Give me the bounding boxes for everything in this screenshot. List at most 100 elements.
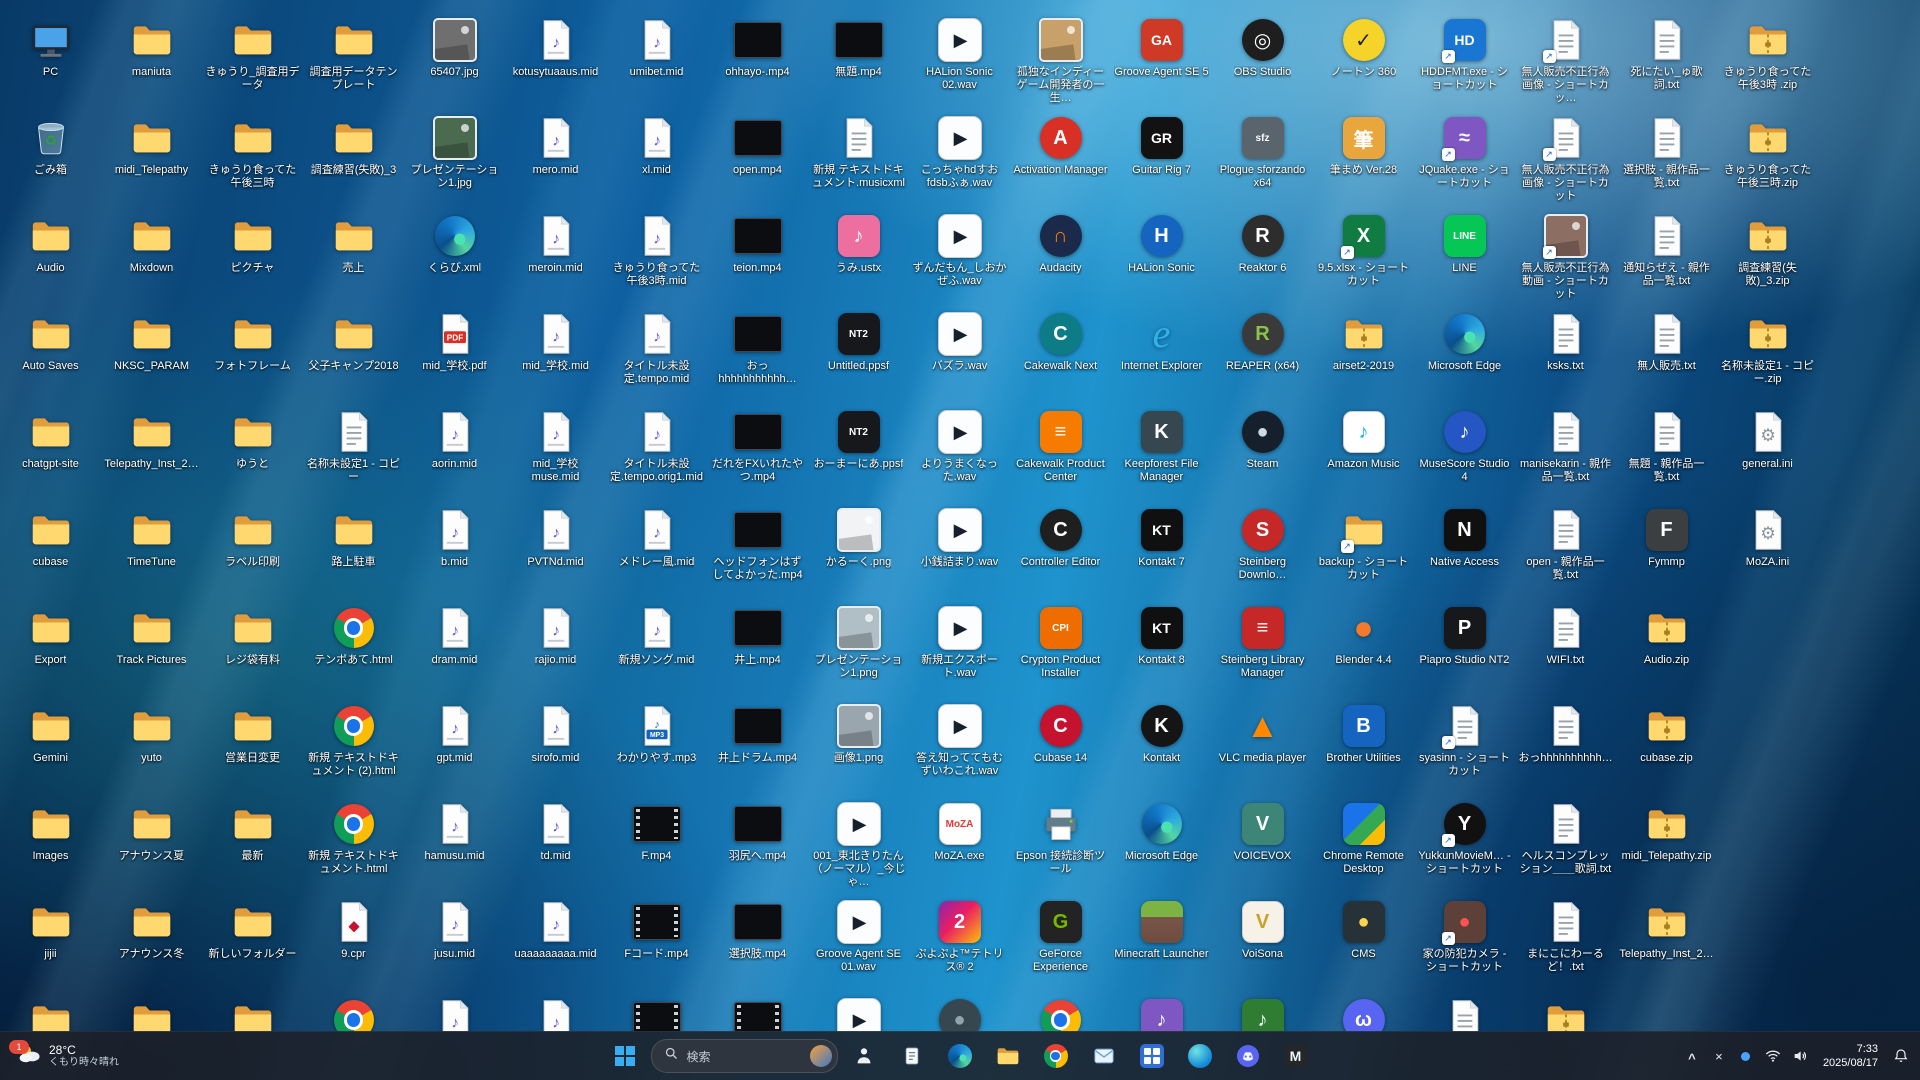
desktop-icon[interactable]: ▶こっちゃhdすおfdsbふぁ.wav	[909, 110, 1010, 208]
desktop-icon[interactable]: 無題.mp4	[808, 12, 909, 110]
desktop-icon[interactable]: cubase	[0, 502, 101, 600]
desktop-icon[interactable]: レジ袋有料	[202, 600, 303, 698]
desktop-icon[interactable]: Mixdown	[101, 208, 202, 306]
desktop-icon[interactable]: ♪meroin.mid	[505, 208, 606, 306]
desktop-icon[interactable]: ♪aorin.mid	[404, 404, 505, 502]
desktop-icon[interactable]: MoZAMoZA.exe	[909, 796, 1010, 894]
desktop-icon[interactable]: PC	[0, 12, 101, 110]
desktop-icon[interactable]: 営業日変更	[202, 698, 303, 796]
desktop-icon[interactable]: ohhayo-.mp4	[707, 12, 808, 110]
desktop-icon[interactable]: ♪umibet.mid	[606, 12, 707, 110]
network-button[interactable]	[1760, 1036, 1786, 1076]
desktop-icon[interactable]: 無人販売.txt	[1616, 306, 1717, 404]
desktop-icon[interactable]: Chrome Remote Desktop	[1313, 796, 1414, 894]
desktop-icon[interactable]: CController Editor	[1010, 502, 1111, 600]
desktop-icon[interactable]: 通知らぜえ - 親作品一覧.txt	[1616, 208, 1717, 306]
desktop-icon[interactable]: Microsoft Edge	[1414, 306, 1515, 404]
desktop-icon[interactable]: ▶答え知っててもむずいわこれ.wav	[909, 698, 1010, 796]
desktop-icon[interactable]: ⚙general.ini	[1717, 404, 1818, 502]
desktop-icon[interactable]: ✓ノートン 360	[1313, 12, 1414, 110]
desktop-icon[interactable]: VVoiSona	[1212, 894, 1313, 992]
desktop-icon[interactable]: airset2-2019	[1313, 306, 1414, 404]
desktop-wallpaper[interactable]: PCmaniutaきゅうり_調査用データ調査用データテンプレート65407.jp…	[0, 0, 1920, 1080]
volume-button[interactable]	[1787, 1036, 1813, 1076]
desktop-icon[interactable]: ▶Groove Agent SE 01.wav	[808, 894, 909, 992]
tray-app-1-button[interactable]: ×	[1706, 1036, 1732, 1076]
desktop-icon[interactable]: RReaktor 6	[1212, 208, 1313, 306]
desktop-icon[interactable]: アナウンス冬	[101, 894, 202, 992]
taskbar-clock[interactable]: 7:33 2025/08/17	[1815, 1040, 1886, 1073]
desktop-icon[interactable]: ≈↗JQuake.exe - ショートカット	[1414, 110, 1515, 208]
desktop-icon[interactable]: CPICrypton Product Installer	[1010, 600, 1111, 698]
desktop-icon[interactable]: ♪td.mid	[505, 796, 606, 894]
desktop-icon[interactable]: ♪MuseScore Studio 4	[1414, 404, 1515, 502]
desktop-icon[interactable]: teion.mp4	[707, 208, 808, 306]
desktop-icon[interactable]: 選択肢 - 親作品一覧.txt	[1616, 110, 1717, 208]
desktop-icon[interactable]: ラベル印刷	[202, 502, 303, 600]
desktop-icon[interactable]: Telepathy_Inst_2…	[101, 404, 202, 502]
desktop-icon[interactable]: Auto Saves	[0, 306, 101, 404]
desktop-icon[interactable]: ▶001_東北きりたん（ノーマル）_今じゃ…	[808, 796, 909, 894]
desktop-icon[interactable]	[707, 992, 808, 1032]
desktop-icon[interactable]: ヘルスコンプレッション＿＿歌詞.txt	[1515, 796, 1616, 894]
desktop-icon[interactable]: 65407.jpg	[404, 12, 505, 110]
desktop-icon[interactable]: BBrother Utilities	[1313, 698, 1414, 796]
desktop-icon[interactable]: midi_Telepathy.zip	[1616, 796, 1717, 894]
desktop-icon[interactable]: 新規 テキストドキュメント (2).html	[303, 698, 404, 796]
desktop-icon[interactable]: ♪	[1111, 992, 1212, 1032]
chrome-browser-button[interactable]	[1034, 1034, 1078, 1078]
desktop-icon[interactable]: CCakewalk Next	[1010, 306, 1111, 404]
desktop-icon[interactable]: open.mp4	[707, 110, 808, 208]
desktop-icon[interactable]: GAGroove Agent SE 5	[1111, 12, 1212, 110]
desktop-icon[interactable]: ≡Cakewalk Product Center	[1010, 404, 1111, 502]
desktop-icon[interactable]: open - 親作品一覧.txt	[1515, 502, 1616, 600]
desktop-icon[interactable]: ▶	[808, 992, 909, 1032]
notifications-button[interactable]	[1888, 1036, 1914, 1076]
desktop-icon[interactable]: ♪	[505, 992, 606, 1032]
desktop-icon[interactable]: ♪mid_学校.mid	[505, 306, 606, 404]
desktop-icon[interactable]: Epson 接続診断ツール	[1010, 796, 1111, 894]
desktop-icon[interactable]: midi_Telepathy	[101, 110, 202, 208]
desktop-icon[interactable]: ∩Audacity	[1010, 208, 1111, 306]
desktop-icon[interactable]: ♪jusu.mid	[404, 894, 505, 992]
weather-widget[interactable]: 1 28°C くもり時々晴れ	[4, 1034, 131, 1078]
desktop-icon[interactable]: 無題 - 親作品一覧.txt	[1616, 404, 1717, 502]
desktop-icon[interactable]: 新しいフォルダー	[202, 894, 303, 992]
desktop-icon[interactable]: ♪b.mid	[404, 502, 505, 600]
desktop-icon[interactable]: ヘッドフォンはずしてよかった.mp4	[707, 502, 808, 600]
desktop-icon[interactable]: くらび.xml	[404, 208, 505, 306]
desktop-icon[interactable]: ▶バズラ.wav	[909, 306, 1010, 404]
desktop-icon[interactable]: Gemini	[0, 698, 101, 796]
desktop-icon[interactable]: まにこにわーるど！.txt	[1515, 894, 1616, 992]
discord-button[interactable]	[1226, 1034, 1270, 1078]
desktop-icon[interactable]: KTKontakt 7	[1111, 502, 1212, 600]
desktop-icon[interactable]: 画像1.png	[808, 698, 909, 796]
desktop-icon[interactable]: GGeForce Experience	[1010, 894, 1111, 992]
desktop-icon[interactable]: ♪rajio.mid	[505, 600, 606, 698]
desktop-icon[interactable]: ↗無人販売不正行為 画像 - ショートカット	[1515, 110, 1616, 208]
desktop-icon[interactable]: 路上駐車	[303, 502, 404, 600]
desktop-icon[interactable]: NT2Untitled.ppsf	[808, 306, 909, 404]
desktop-icon[interactable]: 孤独なインディーゲーム開発者の一生…	[1010, 12, 1111, 110]
desktop-icon[interactable]: Microsoft Edge	[1111, 796, 1212, 894]
desktop-icon[interactable]	[101, 992, 202, 1032]
desktop-icon[interactable]: ▶よりうまくなった.wav	[909, 404, 1010, 502]
desktop-icon[interactable]: ♪kotusytuaaus.mid	[505, 12, 606, 110]
desktop-icon[interactable]: ▶新規エクスポート.wav	[909, 600, 1010, 698]
desktop-icon[interactable]: ♪MP3わかりやす.mp3	[606, 698, 707, 796]
desktop-icon[interactable]: かるーく.png	[808, 502, 909, 600]
desktop-icon[interactable]: 筆筆まめ Ver.28	[1313, 110, 1414, 208]
desktop-icon[interactable]: WIFI.txt	[1515, 600, 1616, 698]
desktop-icon[interactable]: ●CMS	[1313, 894, 1414, 992]
desktop-icon[interactable]: Export	[0, 600, 101, 698]
desktop-icon[interactable]: ●	[909, 992, 1010, 1032]
desktop-icon[interactable]: ♪sirofo.mid	[505, 698, 606, 796]
desktop-icon[interactable]: GRGuitar Rig 7	[1111, 110, 1212, 208]
desktop-icon[interactable]: 羽尻へ.mp4	[707, 796, 808, 894]
desktop-icon[interactable]: 選択肢.mp4	[707, 894, 808, 992]
desktop-icon[interactable]: cubase.zip	[1616, 698, 1717, 796]
desktop-icon[interactable]: 井上ドラム.mp4	[707, 698, 808, 796]
desktop-icon[interactable]: manisekarin - 親作品一覧.txt	[1515, 404, 1616, 502]
desktop-icon[interactable]: ♪uaaaaaaaaa.mid	[505, 894, 606, 992]
desktop-icon[interactable]: Fコード.mp4	[606, 894, 707, 992]
